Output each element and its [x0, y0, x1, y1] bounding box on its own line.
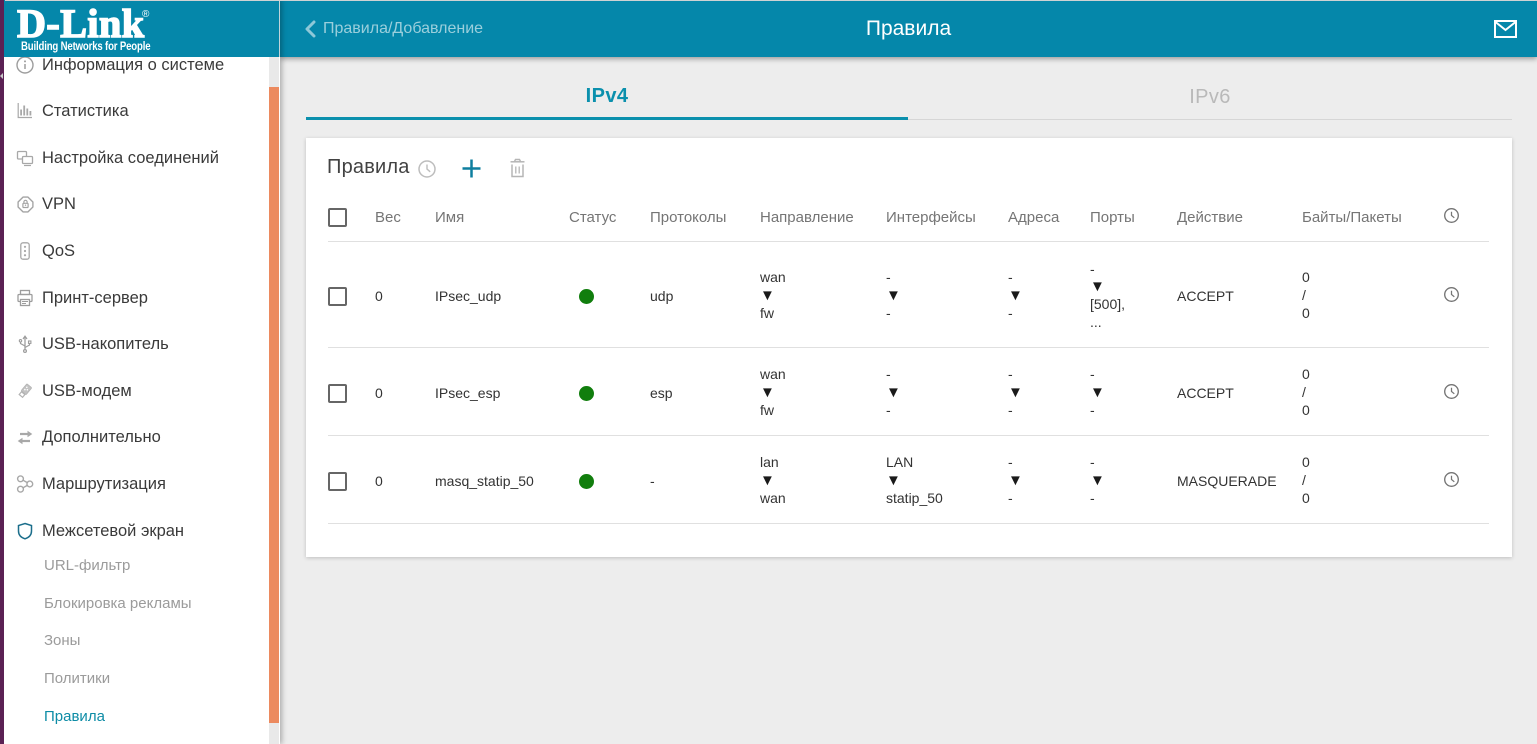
svg-text:D-Link: D-Link	[17, 3, 145, 39]
svg-text:®: ®	[142, 9, 150, 20]
